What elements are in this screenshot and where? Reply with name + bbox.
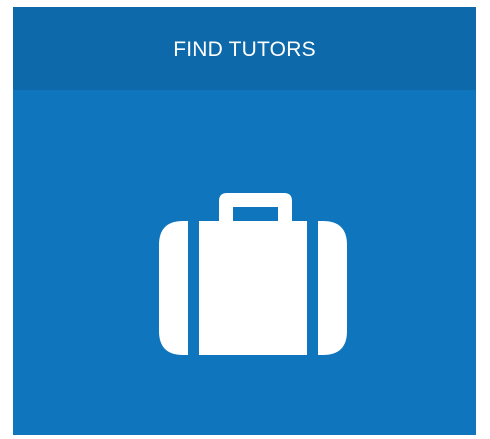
tile-body — [13, 90, 476, 435]
tile-header: FIND TUTORS — [13, 7, 476, 90]
find-tutors-tile[interactable]: FIND TUTORS — [13, 7, 476, 435]
tile-title: FIND TUTORS — [173, 37, 316, 61]
briefcase-icon — [159, 193, 347, 355]
